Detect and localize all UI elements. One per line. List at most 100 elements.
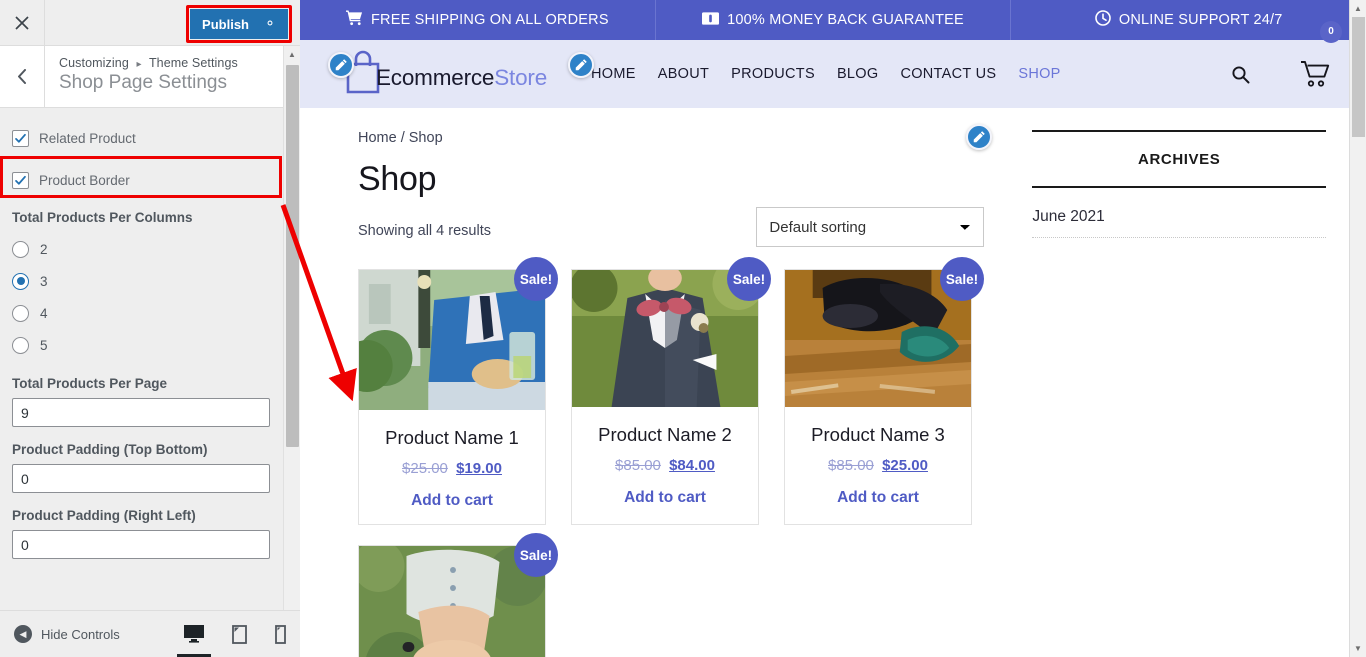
product-card[interactable]: Sale! Product Name 3 $85.00 $25.00 Add t… <box>784 257 984 525</box>
close-x-icon[interactable] <box>0 0 45 45</box>
widget-title-archives: ARCHIVES <box>1032 130 1326 188</box>
radio-label-columns-5: 5 <box>40 337 48 353</box>
site-logo-primary: Ecommerce <box>376 65 495 90</box>
promo-item-money-back: 100% MONEY BACK GUARANTEE <box>656 0 1012 40</box>
sidebar-widget-column: ARCHIVES June 2021 <box>966 124 1326 657</box>
archive-link-june-2021[interactable]: June 2021 <box>1032 208 1326 238</box>
input-product-padding-right-left[interactable] <box>12 530 270 559</box>
mobile-icon[interactable] <box>275 624 286 644</box>
sale-badge: Sale! <box>514 533 558 577</box>
preview-scrollbar-track[interactable] <box>1350 17 1366 640</box>
product-sale-price: $84.00 <box>669 457 715 474</box>
label-total-products-per-columns: Total Products Per Columns <box>12 210 193 225</box>
sale-badge: Sale! <box>727 257 771 301</box>
add-to-cart-button[interactable]: Add to cart <box>359 492 545 510</box>
gear-icon[interactable] <box>263 16 277 33</box>
product-old-price: $85.00 <box>828 457 874 474</box>
page-title: Shop Page Settings <box>59 72 227 93</box>
device-preview-switcher <box>177 624 286 657</box>
radio-option-columns-4[interactable]: 4 <box>12 297 288 329</box>
product-old-price: $85.00 <box>615 457 661 474</box>
radio-label-columns-2: 2 <box>40 241 48 257</box>
scroll-up-arrow-icon[interactable]: ▲ <box>288 46 296 63</box>
site-header: EcommerceStore HOME ABOUT PRODUCTS BLOG … <box>300 20 1366 108</box>
preview-scrollbar[interactable]: ▲ ▼ <box>1349 0 1366 657</box>
hide-controls-button[interactable]: ◀ Hide Controls <box>14 625 120 643</box>
radio-option-columns-5[interactable]: 5 <box>12 329 288 361</box>
control-product-border[interactable]: Product Border <box>12 164 288 196</box>
radio-columns-4[interactable] <box>12 304 29 322</box>
radio-option-columns-2[interactable]: 2 <box>12 233 288 265</box>
cart-count-badge: 0 <box>1320 20 1342 43</box>
money-icon <box>702 11 720 30</box>
radio-option-columns-3[interactable]: 3 <box>12 265 288 297</box>
breadcrumb-root[interactable]: Customizing <box>59 56 129 70</box>
customizer-panel-header: Customizing ▸ Theme Settings Shop Page S… <box>0 46 300 108</box>
scrollbar-thumb[interactable] <box>285 65 299 447</box>
radio-label-columns-4: 4 <box>40 305 48 321</box>
search-icon[interactable] <box>1231 65 1250 84</box>
chevron-left-icon[interactable] <box>0 46 45 107</box>
promo-item-free-shipping: FREE SHIPPING ON ALL ORDERS <box>300 0 656 40</box>
radio-columns-3[interactable] <box>12 272 29 290</box>
archives-list: June 2021 <box>1032 208 1326 238</box>
sale-badge: Sale! <box>940 257 984 301</box>
nav-item-products[interactable]: PRODUCTS <box>731 66 815 82</box>
checkbox-related-product[interactable] <box>12 129 29 147</box>
nav-item-shop[interactable]: SHOP <box>1018 66 1060 82</box>
site-logo-text: EcommerceStore <box>376 65 547 91</box>
collapse-arrow-icon: ◀ <box>14 625 32 643</box>
preview-scrollbar-thumb[interactable] <box>1351 17 1365 137</box>
input-product-padding-top-bottom[interactable] <box>12 464 270 493</box>
nav-item-home[interactable]: HOME <box>591 66 636 82</box>
hide-controls-label: Hide Controls <box>41 626 120 642</box>
nav-item-blog[interactable]: BLOG <box>837 66 879 82</box>
site-logo[interactable]: EcommerceStore <box>340 48 547 101</box>
tablet-icon[interactable] <box>232 624 247 644</box>
label-product-border: Product Border <box>39 172 130 188</box>
control-related-product[interactable]: Related Product <box>12 122 288 154</box>
promo-label-money-back: 100% MONEY BACK GUARANTEE <box>727 12 964 28</box>
radio-columns-2[interactable] <box>12 240 29 258</box>
breadcrumb-parent[interactable]: Theme Settings <box>149 56 238 70</box>
customizer-sidebar: Publish Customizing ▸ Theme Settings Sho… <box>0 0 300 657</box>
publish-highlight-annotation: Publish <box>186 5 292 43</box>
label-product-padding-top-bottom: Product Padding (Top Bottom) <box>12 442 208 457</box>
product-card[interactable]: Sale! Product Name 1 $25.00 $19.00 Add t… <box>358 257 558 525</box>
preview-scroll-up-arrow-icon[interactable]: ▲ <box>1354 0 1362 17</box>
nav-item-about[interactable]: ABOUT <box>658 66 709 82</box>
product-price: $25.00 $19.00 <box>359 460 545 477</box>
publish-button[interactable]: Publish <box>190 9 288 39</box>
scrollbar-track[interactable] <box>284 63 301 640</box>
customizer-controls: Related Product Product Border Total Pro… <box>0 108 300 610</box>
product-card[interactable]: Sale! <box>358 533 558 657</box>
sale-badge: Sale! <box>514 257 558 301</box>
product-name[interactable]: Product Name 3 <box>785 424 971 446</box>
sort-select[interactable]: Default sorting Sort by popularity Sort … <box>756 207 985 247</box>
product-card[interactable]: Sale! Product Name 2 $85.00 $84.00 Add t… <box>571 257 771 525</box>
customizer-titles: Customizing ▸ Theme Settings Shop Page S… <box>45 46 252 107</box>
cart-icon[interactable]: 0 <box>1300 20 1342 88</box>
add-to-cart-button[interactable]: Add to cart <box>785 489 971 507</box>
shop-result-count: Showing all 4 results <box>358 223 491 239</box>
edit-shortcut-logo-icon[interactable] <box>328 52 354 78</box>
desktop-icon[interactable] <box>177 625 211 657</box>
product-name[interactable]: Product Name 2 <box>572 424 758 446</box>
promo-label-online-support: ONLINE SUPPORT 24/7 <box>1118 12 1283 28</box>
add-to-cart-button[interactable]: Add to cart <box>572 489 758 507</box>
site-preview: FREE SHIPPING ON ALL ORDERS 100% MONEY B… <box>300 0 1366 657</box>
preview-scroll-down-arrow-icon[interactable]: ▼ <box>1354 640 1362 657</box>
product-price: $85.00 $84.00 <box>572 457 758 474</box>
customizer-screen: Publish Customizing ▸ Theme Settings Sho… <box>0 0 1366 657</box>
input-total-products-per-page[interactable] <box>12 398 270 427</box>
product-name[interactable]: Product Name 1 <box>359 427 545 449</box>
site-logo-accent: Store <box>494 65 548 90</box>
edit-shortcut-widget-icon[interactable] <box>966 124 993 150</box>
checkbox-product-border[interactable] <box>12 171 29 189</box>
nav-item-contact-us[interactable]: CONTACT US <box>900 66 996 82</box>
shop-breadcrumb[interactable]: Home / Shop <box>358 130 984 146</box>
sidebar-scrollbar[interactable]: ▲ ▼ <box>283 46 300 657</box>
edit-shortcut-menu-icon[interactable] <box>568 52 594 78</box>
radio-columns-5[interactable] <box>12 336 29 354</box>
shop-toolbar: Showing all 4 results Default sorting So… <box>358 207 985 247</box>
